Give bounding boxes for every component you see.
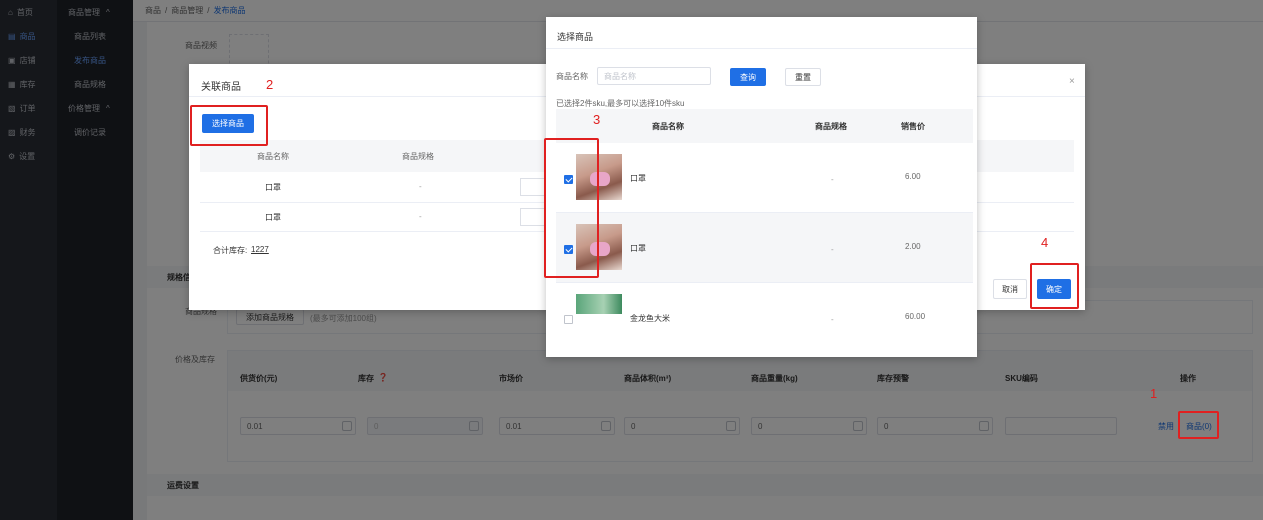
table-row[interactable]: 金龙鱼大米 - 60.00: [556, 283, 973, 352]
select-col-spec: 商品规格: [815, 122, 847, 131]
row-spec: -: [831, 245, 834, 254]
query-button[interactable]: 查询: [730, 68, 766, 86]
close-icon[interactable]: ×: [1069, 76, 1075, 87]
row-price: 2.00: [905, 242, 921, 251]
link-col-spec: 商品规格: [402, 152, 434, 161]
annotation-number: 2: [266, 77, 274, 92]
row-name: 金龙鱼大米: [630, 314, 670, 323]
table-row[interactable]: 口罩 - 6.00: [556, 143, 973, 212]
link-row-name: 口罩: [265, 213, 281, 222]
annotation-box-4: [1030, 263, 1079, 309]
link-row-name: 口罩: [265, 183, 281, 192]
select-modal-title: 选择商品: [557, 32, 594, 42]
row-checkbox[interactable]: [564, 315, 573, 324]
annotation-number: 3: [593, 112, 601, 127]
annotation-number: 1: [1150, 386, 1158, 401]
row-price: 60.00: [905, 312, 926, 321]
link-col-name: 商品名称: [257, 152, 289, 161]
select-col-price: 销售价: [901, 122, 925, 131]
row-name: 口罩: [630, 174, 646, 183]
divider: [546, 48, 977, 49]
link-row-spec: -: [419, 182, 422, 191]
product-thumbnail: [576, 294, 622, 314]
annotation-number: 4: [1041, 235, 1049, 250]
row-spec: -: [831, 175, 834, 184]
cancel-button[interactable]: 取消: [993, 279, 1027, 299]
row-price: 6.00: [905, 172, 921, 181]
annotation-box-1: [1178, 411, 1219, 439]
select-goods-modal: 选择商品 商品名称 商品名称 查询 重置 已选择2件sku,最多可以选择10件s…: [546, 17, 977, 357]
selected-hint: 已选择2件sku,最多可以选择10件sku: [556, 99, 685, 108]
annotation-box-3: [544, 138, 599, 278]
row-spec: -: [831, 315, 834, 324]
reset-button[interactable]: 重置: [785, 68, 821, 86]
row-name: 口罩: [630, 244, 646, 253]
link-modal-title: 关联商品: [201, 82, 241, 93]
table-row[interactable]: 口罩 - 2.00: [556, 213, 973, 282]
search-label: 商品名称: [556, 72, 588, 81]
annotation-box-2: [190, 105, 268, 146]
search-input[interactable]: 商品名称: [597, 67, 711, 85]
total-stock-value: 1227: [251, 245, 269, 254]
link-row-spec: -: [419, 212, 422, 221]
select-col-name: 商品名称: [652, 122, 684, 131]
total-stock-label: 合计库存:: [213, 246, 248, 255]
